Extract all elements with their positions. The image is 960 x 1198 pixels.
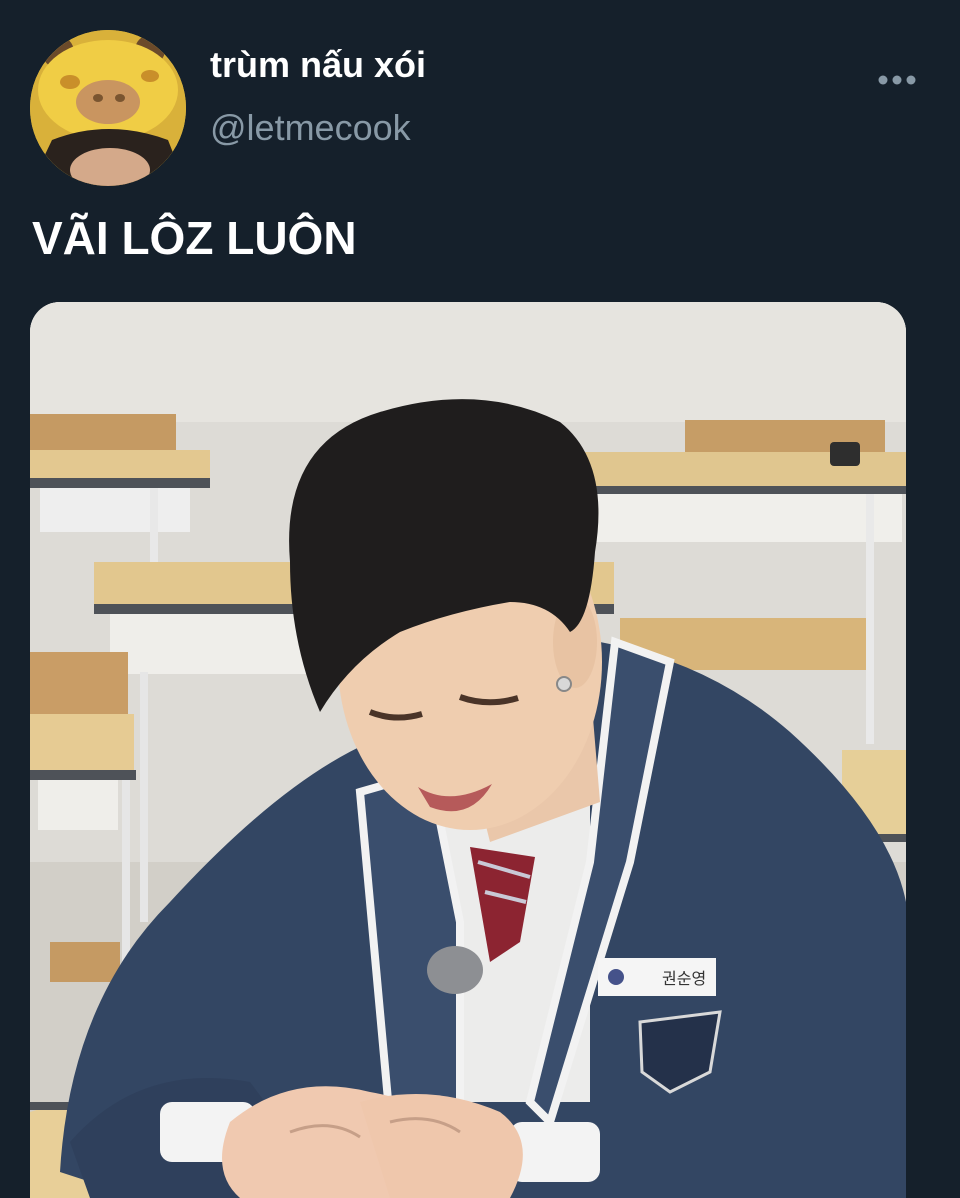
more-options-button[interactable] [868, 62, 926, 98]
author-display-name[interactable]: trùm nấu xói [210, 43, 426, 87]
tweet: trùm nấu xói @letmecook VÃI LÔZ LUÔN 권순영 [0, 0, 960, 1198]
author-avatar[interactable] [30, 30, 186, 186]
tweet-text: VÃI LÔZ LUÔN [32, 212, 357, 264]
svg-text:권순영: 권순영 [662, 969, 706, 988]
tweet-media-photo[interactable]: 권순영 [30, 302, 906, 1198]
classroom-photo: 권순영 [30, 302, 906, 1198]
giraffe-hat-avatar-icon [30, 30, 186, 186]
author-handle[interactable]: @letmecook [210, 106, 411, 150]
more-horizontal-icon [878, 75, 916, 85]
